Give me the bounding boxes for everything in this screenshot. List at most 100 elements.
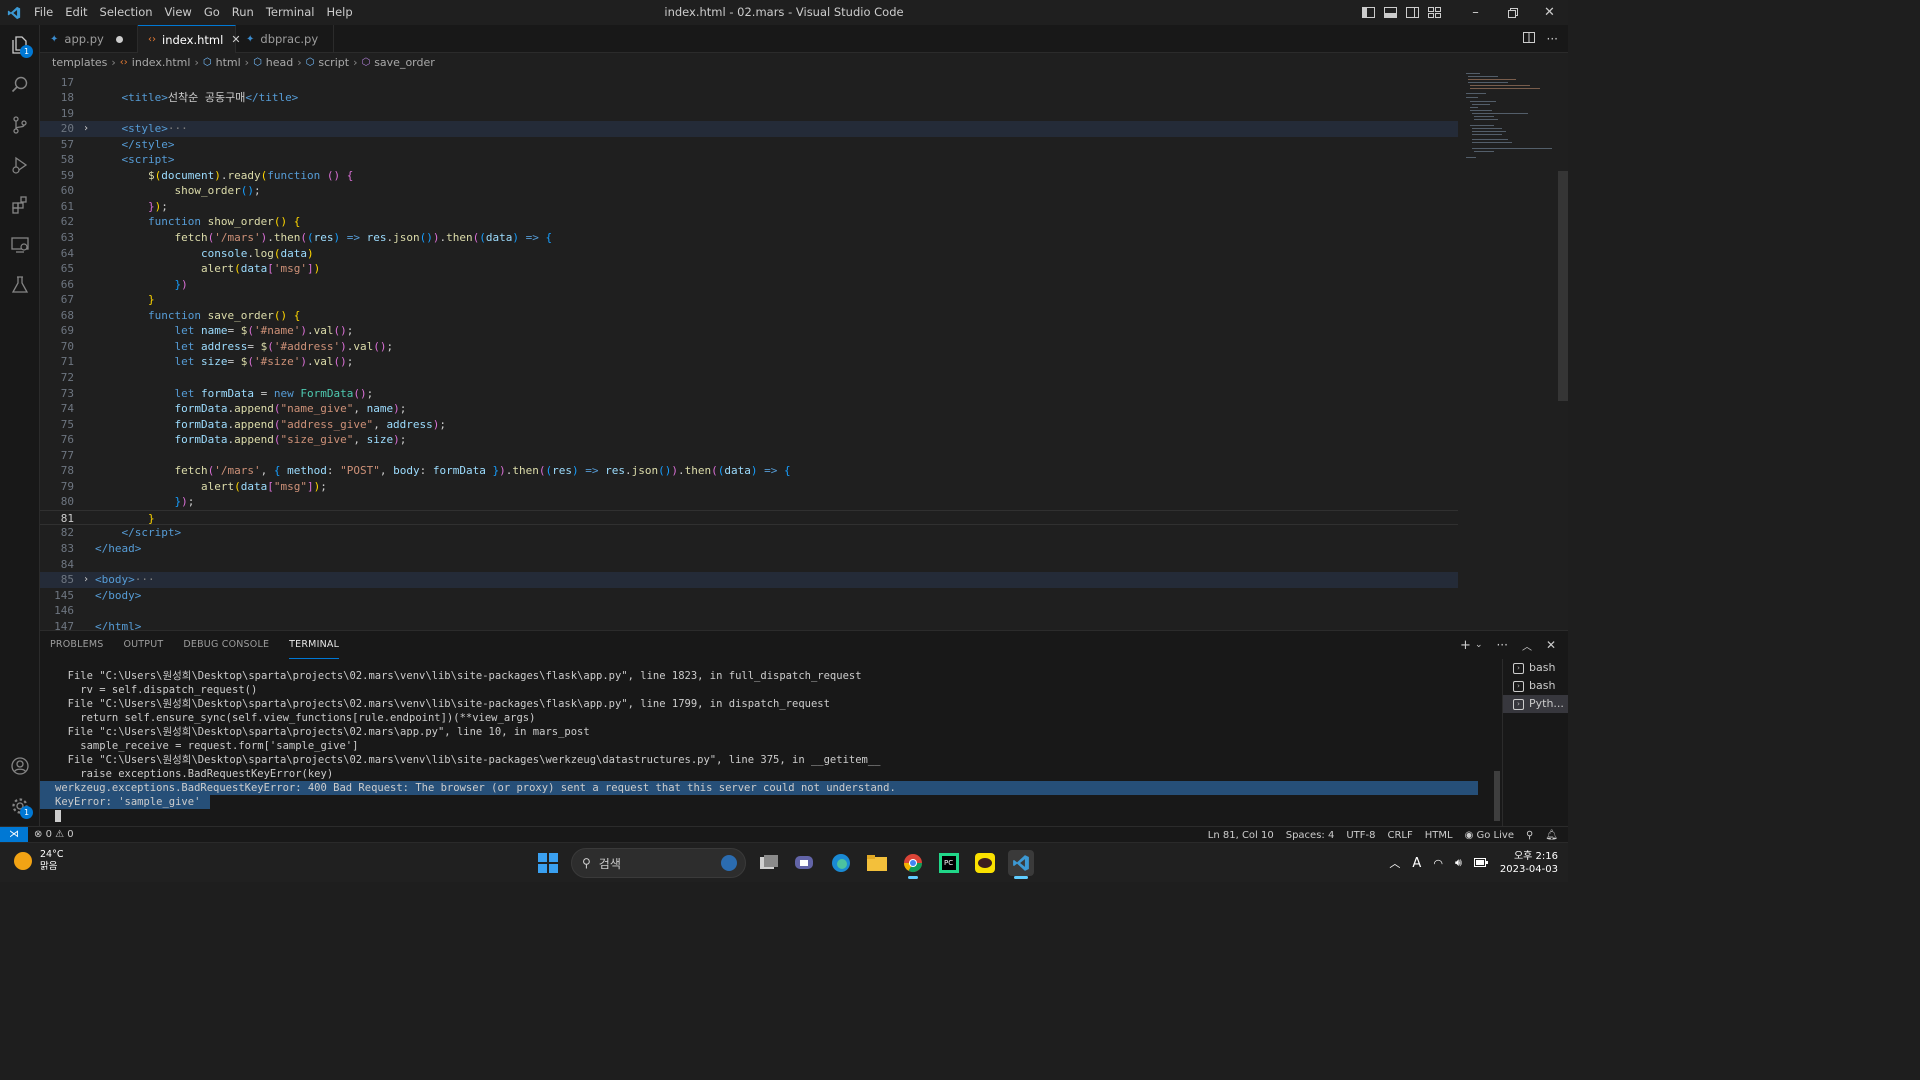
start-button-icon[interactable] bbox=[535, 850, 561, 876]
fold-chevron-icon[interactable]: › bbox=[80, 572, 92, 588]
code-line[interactable]: 83 </head> bbox=[40, 541, 1458, 557]
code-line[interactable]: 57 </style> bbox=[40, 137, 1458, 153]
weather-widget[interactable]: 24°C 맑음 bbox=[14, 849, 63, 873]
maximize-panel-icon[interactable]: ︿ bbox=[1522, 638, 1532, 653]
input-method-indicator[interactable]: A bbox=[1412, 856, 1421, 871]
chrome-browser-icon[interactable] bbox=[900, 850, 926, 879]
volume-icon[interactable]: 🔊︎ bbox=[1455, 856, 1462, 870]
code-line[interactable]: 18 <title>선착순 공동구매</title> bbox=[40, 90, 1458, 106]
code-line[interactable]: 146 bbox=[40, 603, 1458, 619]
breadcrumb-item[interactable]: ⬡ head › bbox=[253, 56, 306, 69]
menu-selection[interactable]: Selection bbox=[94, 0, 159, 25]
close-panel-icon[interactable]: ✕ bbox=[1546, 638, 1556, 652]
breadcrumb-item[interactable]: templates › bbox=[52, 56, 120, 69]
more-actions-icon[interactable]: ··· bbox=[1496, 638, 1507, 652]
code-line[interactable]: 78 fetch('/mars', { method: "POST", body… bbox=[40, 463, 1458, 479]
tab-debug-console[interactable]: DEBUG CONSOLE bbox=[183, 631, 269, 659]
code-line[interactable]: 66 }) bbox=[40, 277, 1458, 293]
customize-layout-icon[interactable] bbox=[1423, 0, 1445, 25]
code-line[interactable]: 17 bbox=[40, 75, 1458, 91]
task-view-icon[interactable] bbox=[756, 850, 782, 876]
minimap[interactable] bbox=[1458, 71, 1558, 630]
code-line[interactable]: 82 </script> bbox=[40, 525, 1458, 541]
code-line[interactable]: 20 › <style>··· bbox=[40, 121, 1458, 137]
chevron-up-icon[interactable]: ︿ bbox=[1389, 855, 1400, 871]
pycharm-icon[interactable]: PC bbox=[936, 850, 962, 876]
end-of-line[interactable]: CRLF bbox=[1387, 830, 1412, 841]
breadcrumb-item[interactable]: ⬡ html › bbox=[203, 56, 253, 69]
code-line[interactable]: 62 function show_order() { bbox=[40, 214, 1458, 230]
cursor-position[interactable]: Ln 81, Col 10 bbox=[1208, 830, 1274, 841]
tab-dbprac-py[interactable]: ✦ dbprac.py bbox=[236, 25, 334, 53]
split-editor-icon[interactable] bbox=[1522, 32, 1535, 46]
tab-index-html[interactable]: ‹› index.html ✕ bbox=[138, 25, 241, 53]
manage-gear-icon[interactable]: 1 bbox=[0, 786, 40, 826]
terminal-item[interactable]: › bash bbox=[1503, 659, 1568, 677]
clock[interactable]: 오후 2:16 2023-04-03 bbox=[1500, 850, 1558, 876]
code-line[interactable]: 76 formData.append("size_give", size); bbox=[40, 432, 1458, 448]
terminal-scrollbar[interactable] bbox=[1494, 771, 1500, 821]
accounts-icon[interactable] bbox=[0, 746, 40, 786]
code-line[interactable]: 73 let formData = new FormData(); bbox=[40, 386, 1458, 402]
more-actions-icon[interactable]: ··· bbox=[1547, 32, 1558, 46]
breadcrumb-item[interactable]: ⬡ script › bbox=[306, 56, 362, 69]
code-line[interactable]: 145 </body> bbox=[40, 588, 1458, 604]
tab-problems[interactable]: PROBLEMS bbox=[50, 631, 103, 659]
taskbar-search[interactable]: ⚲ 검색 bbox=[571, 848, 746, 878]
extensions-icon[interactable] bbox=[0, 185, 40, 225]
menu-terminal[interactable]: Terminal bbox=[260, 0, 321, 25]
search-icon[interactable] bbox=[0, 65, 40, 105]
breadcrumb-item[interactable]: ‹› index.html › bbox=[120, 56, 203, 69]
code-line[interactable]: 63 fetch('/mars').then((res) => res.json… bbox=[40, 230, 1458, 246]
menu-help[interactable]: Help bbox=[320, 0, 358, 25]
code-line[interactable]: 65 alert(data['msg']) bbox=[40, 261, 1458, 277]
menu-go[interactable]: Go bbox=[198, 0, 226, 25]
code-line[interactable]: 59 $(document).ready(function () { bbox=[40, 168, 1458, 184]
testing-icon[interactable] bbox=[0, 265, 40, 305]
code-line[interactable]: 61 }); bbox=[40, 199, 1458, 215]
code-line[interactable]: 81 } bbox=[40, 509, 1458, 526]
run-debug-icon[interactable] bbox=[0, 145, 40, 185]
tab-output[interactable]: OUTPUT bbox=[123, 631, 163, 659]
file-explorer-icon[interactable] bbox=[864, 850, 890, 876]
toggle-secondary-sidebar-icon[interactable] bbox=[1401, 0, 1423, 25]
new-terminal-icon[interactable]: + bbox=[1460, 638, 1471, 653]
code-editor[interactable]: 17 18 <title>선착순 공동구매</title> 19 20 › <style… bbox=[40, 71, 1568, 630]
toggle-primary-sidebar-icon[interactable] bbox=[1357, 0, 1379, 25]
code-line[interactable]: 60 show_order(); bbox=[40, 183, 1458, 199]
code-line[interactable]: 77 bbox=[40, 448, 1458, 464]
code-line[interactable]: 58 <script> bbox=[40, 152, 1458, 168]
tab-app-py[interactable]: ✦ app.py bbox=[40, 25, 138, 53]
code-line[interactable]: 69 let name= $('#name').val(); bbox=[40, 323, 1458, 339]
code-line[interactable]: 70 let address= $('#address').val(); bbox=[40, 339, 1458, 355]
code-line[interactable]: 72 bbox=[40, 370, 1458, 386]
language-mode[interactable]: HTML bbox=[1425, 830, 1453, 841]
code-line[interactable]: 147 </html> bbox=[40, 619, 1458, 630]
code-line[interactable]: 85 › <body>··· bbox=[40, 572, 1458, 588]
terminal-output[interactable]: File "C:\Users\원성희\Desktop\sparta\projec… bbox=[40, 669, 1488, 827]
encoding[interactable]: UTF-8 bbox=[1346, 830, 1375, 841]
vscode-taskbar-icon[interactable] bbox=[1008, 850, 1034, 879]
chevron-down-icon[interactable]: ⌄ bbox=[1475, 640, 1483, 650]
notifications-bell-icon[interactable]: 🔔︎ bbox=[1545, 830, 1558, 841]
terminal-item[interactable]: › Pyth... bbox=[1503, 695, 1568, 713]
terminal-prompt[interactable] bbox=[40, 809, 1488, 823]
code-line[interactable]: 74 formData.append("name_give", name); bbox=[40, 401, 1458, 417]
feedback-icon[interactable]: ⚲ bbox=[1526, 830, 1533, 841]
source-control-icon[interactable] bbox=[0, 105, 40, 145]
code-line[interactable]: 71 let size= $('#size').val(); bbox=[40, 354, 1458, 370]
problems-status[interactable]: ⊗ 0 ⚠ 0 bbox=[34, 827, 74, 843]
toggle-panel-icon[interactable] bbox=[1379, 0, 1401, 25]
kakaotalk-icon[interactable] bbox=[972, 850, 998, 876]
battery-icon[interactable] bbox=[1473, 856, 1488, 870]
breadcrumb-item[interactable]: ⬡ save_order bbox=[361, 56, 434, 69]
explorer-icon[interactable]: 1 bbox=[0, 25, 40, 65]
code-line[interactable]: 84 bbox=[40, 557, 1458, 573]
menu-view[interactable]: View bbox=[159, 0, 198, 25]
teams-chat-icon[interactable] bbox=[792, 850, 818, 876]
close-button[interactable]: ✕ bbox=[1531, 0, 1568, 25]
minimize-button[interactable]: – bbox=[1457, 0, 1494, 25]
code-line[interactable]: 19 bbox=[40, 106, 1458, 122]
edge-browser-icon[interactable] bbox=[828, 850, 854, 876]
indentation[interactable]: Spaces: 4 bbox=[1286, 830, 1335, 841]
